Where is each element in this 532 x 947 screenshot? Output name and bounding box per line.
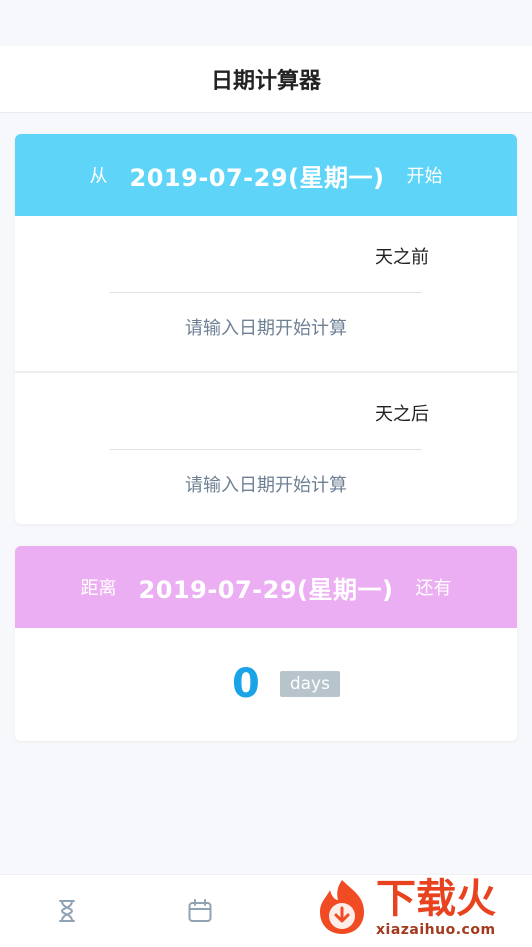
watermark-url: xiazaihuo.com bbox=[376, 922, 496, 938]
start-prefix: 从 bbox=[89, 166, 108, 187]
countdown-days-value: 0 bbox=[232, 661, 260, 707]
countdown-prefix: 距离 bbox=[80, 578, 117, 599]
countdown-header[interactable]: 距离 2019-07-29(星期一) 还有 bbox=[15, 546, 517, 628]
countdown-suffix: 还有 bbox=[415, 578, 452, 599]
days-before-underline bbox=[110, 292, 422, 293]
days-after-unit: 天之后 bbox=[375, 404, 429, 425]
days-after-result: 请输入日期开始计算 bbox=[185, 475, 347, 496]
tab-calendar[interactable] bbox=[133, 875, 266, 947]
start-suffix: 开始 bbox=[406, 166, 443, 187]
days-after-underline bbox=[110, 449, 422, 450]
nav-bar: 日期计算器 bbox=[0, 46, 532, 113]
start-date-card: 从 2019-07-29(星期一) 开始 天之前 请输入日期开始计算 天之后 请… bbox=[15, 134, 517, 524]
days-after-input[interactable] bbox=[110, 399, 364, 429]
countdown-date-picker[interactable]: 2019-07-29(星期一) bbox=[139, 570, 394, 605]
hourglass-icon bbox=[58, 900, 75, 922]
days-before-input[interactable] bbox=[110, 242, 364, 272]
start-date-picker[interactable]: 2019-07-29(星期一) bbox=[130, 158, 385, 193]
status-bar-area bbox=[0, 0, 532, 20]
tab-countdown[interactable] bbox=[0, 875, 133, 947]
start-date-header[interactable]: 从 2019-07-29(星期一) 开始 bbox=[15, 134, 517, 216]
watermark: 下载火 xiazaihuo.com bbox=[312, 876, 532, 946]
watermark-text: 下载火 bbox=[376, 876, 496, 922]
days-after-section: 天之后 请输入日期开始计算 bbox=[15, 371, 517, 524]
days-before-section: 天之前 请输入日期开始计算 bbox=[15, 216, 517, 371]
countdown-card: 距离 2019-07-29(星期一) 还有 0 days bbox=[15, 546, 517, 741]
page-title: 日期计算器 bbox=[210, 69, 321, 94]
flame-logo-icon bbox=[320, 880, 364, 934]
days-before-result: 请输入日期开始计算 bbox=[185, 318, 347, 339]
calendar-icon bbox=[188, 899, 211, 922]
days-before-unit: 天之前 bbox=[375, 247, 429, 268]
countdown-result: 0 days bbox=[15, 661, 517, 707]
countdown-days-unit-badge: days bbox=[279, 671, 340, 697]
